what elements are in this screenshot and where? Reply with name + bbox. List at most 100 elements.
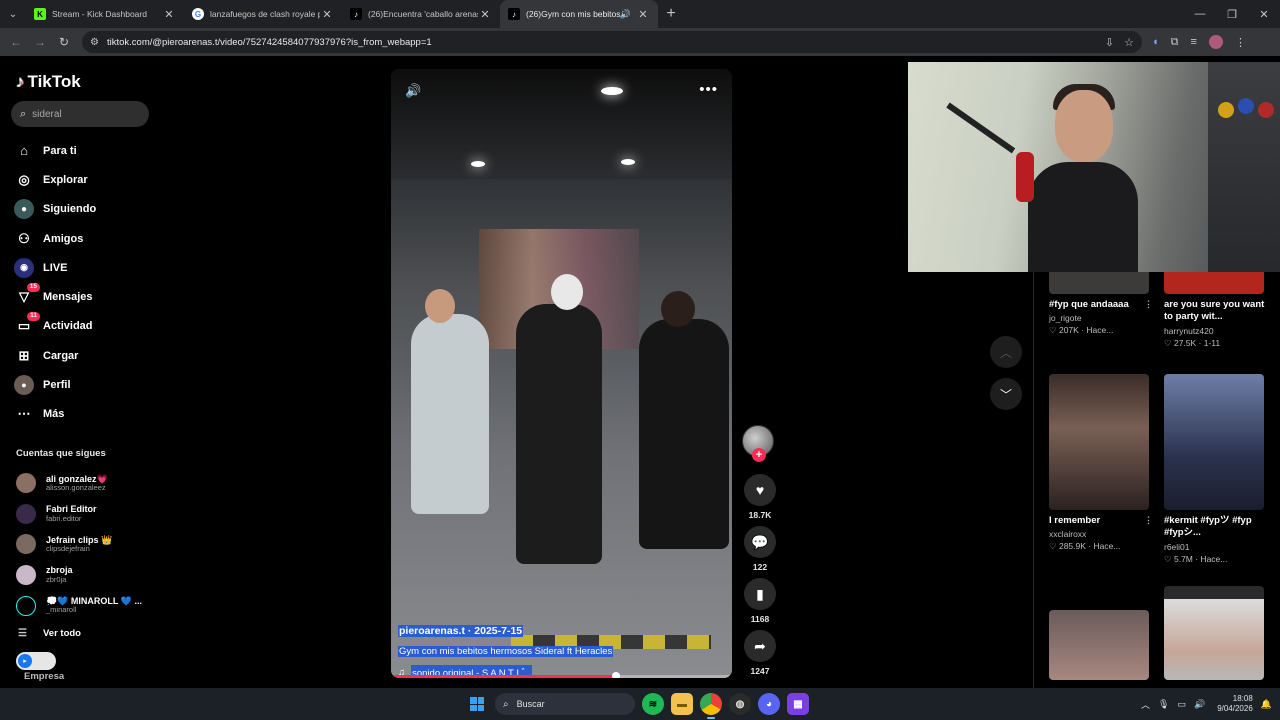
file-explorer-icon[interactable]: ▬	[671, 693, 693, 715]
video-card[interactable]: I remember ⋮ xxclairoxx ♡ 285.9K · Hace..…	[1049, 374, 1153, 552]
card-more-icon[interactable]: ⋮	[1141, 299, 1153, 311]
save-action[interactable]: ▮ 1168	[742, 578, 778, 624]
volume-tray-icon[interactable]: 🔊	[1194, 699, 1205, 710]
video-thumbnail[interactable]	[1049, 610, 1149, 680]
discord-icon[interactable]: ◕	[758, 693, 780, 715]
see-all-link[interactable]: ☰ Ver todo	[18, 628, 81, 639]
bookmark-icon[interactable]: ▮	[744, 578, 776, 610]
webcam-trophy	[1218, 102, 1234, 118]
tiktok-icon: ♪	[350, 8, 362, 20]
video-thumbnail[interactable]	[1049, 374, 1149, 510]
tab-search-icon[interactable]: ⌄	[0, 0, 26, 28]
tray-overflow-icon[interactable]: ︿	[1141, 698, 1150, 711]
sidebar-nav: ⌂ Para ti ◎ Explorar ● Siguiendo ⚇ Amigo…	[14, 136, 154, 429]
spotify-icon[interactable]: ≋	[642, 693, 664, 715]
sidebar-item-label: Actividad	[43, 320, 93, 333]
like-count: 18.7K	[748, 510, 772, 520]
like-action[interactable]: ♥ 18.7K	[742, 474, 778, 520]
media-controls-icon[interactable]: ≡	[1191, 36, 1197, 48]
extension-icon[interactable]: ◖	[1152, 36, 1159, 48]
microphone-icon[interactable]: 🎙	[1158, 699, 1169, 710]
followed-account[interactable]: ali gonzalez💗 alisson.gonzaleez	[16, 468, 156, 499]
video-card[interactable]	[1049, 610, 1153, 680]
video-card[interactable]: #kermit #fypツ #fyp #fypシ... r6eli01 ♡ 5.…	[1164, 374, 1268, 565]
back-icon[interactable]: ←	[4, 35, 28, 49]
site-info-icon[interactable]: ⚙	[90, 37, 99, 48]
sidebar-item-mas[interactable]: ⋯ Más	[14, 400, 154, 429]
sidebar-item-siguiendo[interactable]: ● Siguiendo	[14, 195, 154, 224]
obs-icon[interactable]: ◍	[729, 693, 751, 715]
speaker-icon[interactable]: 🔊	[620, 9, 631, 20]
video-frame-light	[621, 159, 635, 165]
sidebar-item-perfil[interactable]: ● Perfil	[14, 370, 154, 399]
network-icon[interactable]: ▭	[1177, 699, 1186, 710]
followed-account[interactable]: 💭💙 MINAROLL 💙 ... _minaroll	[16, 590, 156, 621]
chrome-menu-icon[interactable]: ⋮	[1235, 36, 1246, 49]
video-thumbnail[interactable]	[1164, 586, 1264, 680]
progress-fill	[391, 675, 617, 678]
browser-tab-kick[interactable]: K Stream - Kick Dashboard ✕	[26, 0, 184, 28]
sidebar-item-explorar[interactable]: ◎ Explorar	[14, 165, 154, 194]
windows-start-icon[interactable]	[466, 693, 488, 715]
browser-tab-tiktok-video[interactable]: ♪ (26)Gym con mis bebitos he 🔊 ✕	[500, 0, 658, 28]
sidebar-item-para-ti[interactable]: ⌂ Para ti	[14, 136, 154, 165]
taskbar-search[interactable]: ⌕ Buscar	[495, 693, 635, 715]
save-count: 1168	[750, 614, 770, 624]
notifications-icon[interactable]: 🔔	[1261, 699, 1272, 710]
sidebar-item-mensajes[interactable]: ▽ 15 Mensajes	[14, 282, 154, 311]
video-progress-bar[interactable]	[391, 672, 732, 678]
reload-icon[interactable]: ↻	[52, 35, 76, 49]
previous-video-chevron-up-icon[interactable]: ︿	[990, 336, 1022, 368]
business-toggle[interactable]: ▸	[16, 652, 56, 670]
card-more-icon[interactable]: ⋮	[1141, 515, 1153, 527]
next-video-chevron-down-icon[interactable]: ﹀	[990, 378, 1022, 410]
comment-action[interactable]: 💬 122	[742, 526, 778, 572]
taskbar-clock[interactable]: 18:08 9/04/2026	[1217, 694, 1253, 714]
share-action[interactable]: ➦ 1247	[742, 630, 778, 676]
puzzle-icon[interactable]: ⧉	[1171, 36, 1179, 49]
google-icon: G	[192, 8, 204, 20]
install-app-icon[interactable]: ⇩	[1105, 36, 1114, 49]
followed-account[interactable]: Fabri Editor fabri.editor	[16, 499, 156, 530]
profile-avatar[interactable]	[1208, 35, 1223, 49]
sidebar-item-amigos[interactable]: ⚇ Amigos	[14, 224, 154, 253]
tab-title: (26)Encuentra 'caballo arenas b	[368, 9, 478, 19]
close-tab-icon[interactable]: ✕	[320, 8, 334, 21]
following-list: ali gonzalez💗 alisson.gonzaleez Fabri Edi…	[16, 468, 156, 621]
minimize-icon[interactable]: —	[1184, 0, 1216, 28]
video-card[interactable]	[1164, 586, 1268, 680]
video-author[interactable]: pieroarenas.t · 2025-7-15	[398, 625, 524, 637]
heart-icon[interactable]: ♥	[744, 474, 776, 506]
chrome-icon[interactable]	[700, 693, 722, 719]
restore-icon[interactable]: ❐	[1216, 0, 1248, 28]
sidebar-item-live[interactable]: ◉ LIVE	[14, 253, 154, 282]
video-player[interactable]: 🔊 ••• pieroarenas.t · 2025-7-15 Gym con …	[391, 69, 732, 678]
browser-tab-tiktok-search[interactable]: ♪ (26)Encuentra 'caballo arenas b ✕	[342, 0, 500, 28]
compass-icon: ◎	[18, 171, 30, 187]
progress-handle[interactable]	[612, 672, 621, 678]
close-tab-icon[interactable]: ✕	[636, 8, 650, 21]
clock-date: 9/04/2026	[1217, 704, 1253, 713]
follow-plus-icon[interactable]: +	[752, 448, 766, 462]
more-options-icon[interactable]: •••	[699, 81, 718, 98]
search-input[interactable]: ⌕ sideral	[11, 101, 149, 127]
share-icon[interactable]: ➦	[744, 630, 776, 662]
sidebar-item-cargar[interactable]: ⊞ Cargar	[14, 341, 154, 370]
close-tab-icon[interactable]: ✕	[162, 8, 176, 21]
video-thumbnail[interactable]	[1164, 374, 1264, 510]
new-tab-button[interactable]: +	[658, 5, 684, 23]
apps-grid-icon[interactable]: ▦	[787, 693, 809, 715]
tiktok-logo[interactable]: ♪ TikTok	[16, 72, 81, 92]
search-value: sideral	[32, 108, 62, 120]
followed-account[interactable]: zbroja zbr0ja	[16, 560, 156, 591]
close-window-icon[interactable]: ✕	[1248, 0, 1280, 28]
forward-icon[interactable]: →	[28, 35, 52, 49]
url-field[interactable]: ⚙ tiktok.com/@pieroarenas.t/video/752742…	[82, 31, 1142, 53]
comment-icon[interactable]: 💬	[744, 526, 776, 558]
close-tab-icon[interactable]: ✕	[478, 8, 492, 21]
browser-tab-google[interactable]: G lanzafuegos de clash royale pie ✕	[184, 0, 342, 28]
followed-account[interactable]: Jefrain clips 👑 clipsdejefrain	[16, 529, 156, 560]
sidebar-item-actividad[interactable]: ▭ 11 Actividad	[14, 312, 154, 341]
bookmark-star-icon[interactable]: ☆	[1124, 36, 1134, 49]
volume-icon[interactable]: 🔊	[405, 83, 421, 99]
